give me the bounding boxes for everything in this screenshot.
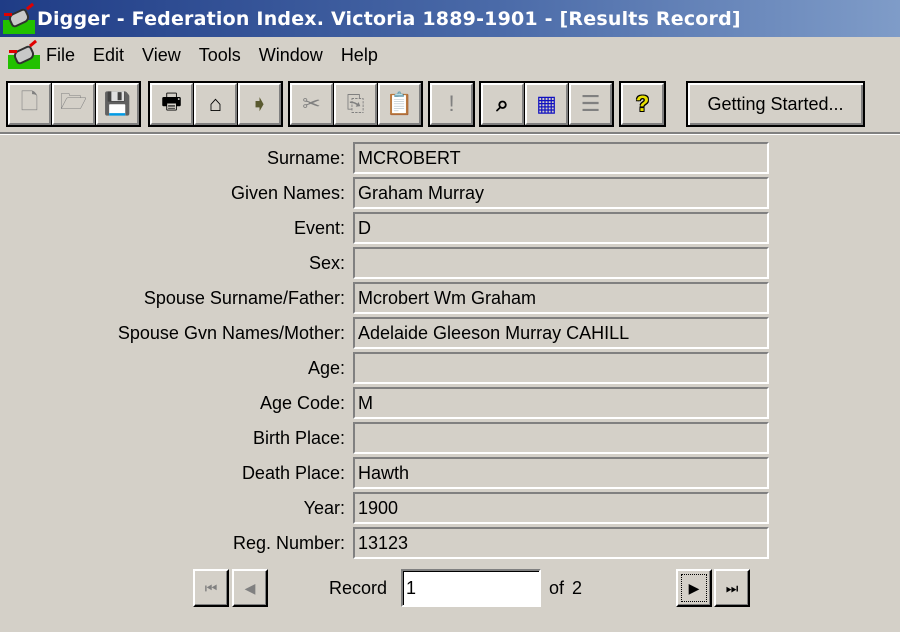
help-question-icon: ? bbox=[635, 91, 650, 116]
print-button-group: 🖶 ⌂ ➧ bbox=[148, 81, 283, 127]
sex-label: Sex: bbox=[308, 253, 345, 273]
last-record-icon: ⏭ bbox=[725, 579, 739, 596]
menu-help[interactable]: Help bbox=[332, 37, 387, 73]
field-row-surname: Surname: MCROBERT bbox=[0, 142, 900, 174]
field-row-age-code: Age Code: M bbox=[0, 387, 900, 419]
year-field[interactable]: 1900 bbox=[353, 492, 769, 524]
table-view-button[interactable]: ▦ bbox=[525, 83, 568, 125]
new-button[interactable]: 🗋 bbox=[8, 83, 51, 125]
menu-file[interactable]: File bbox=[39, 37, 84, 73]
export-icon: ➧ bbox=[250, 91, 269, 116]
record-view-button[interactable]: ☰ bbox=[569, 83, 612, 125]
record-count-label: of 2 bbox=[549, 578, 583, 598]
event-field[interactable]: D bbox=[353, 212, 769, 244]
next-record-icon: ▶ bbox=[688, 579, 700, 596]
sex-field[interactable] bbox=[353, 247, 769, 279]
field-row-given-names: Given Names: Graham Murray bbox=[0, 177, 900, 209]
record-number-input[interactable] bbox=[401, 569, 541, 607]
save-button[interactable]: 💾 bbox=[96, 83, 139, 125]
binoculars-search-icon: ⌕ bbox=[496, 91, 509, 116]
view-button-group: ⌕ ▦ ☰ bbox=[479, 81, 614, 127]
search-button[interactable]: ⌕ bbox=[481, 83, 524, 125]
field-row-reg-number: Reg. Number: 13123 bbox=[0, 527, 900, 559]
record-label: Record bbox=[329, 578, 388, 598]
open-button[interactable]: 🗁 bbox=[52, 83, 95, 125]
toolbar: 🗋 🗁 💾 🖶 ⌂ ➧ ✂ ⎘ 📋 ! ⌕ ▦ ☰ ? Getting Star… bbox=[0, 73, 900, 135]
death-place-label: Death Place: bbox=[241, 463, 345, 483]
age-label: Age: bbox=[307, 358, 345, 378]
table-view-icon: ▦ bbox=[536, 91, 557, 116]
window-title: Digger - Federation Index. Victoria 1889… bbox=[37, 7, 741, 30]
first-record-icon: ⏮ bbox=[204, 579, 218, 596]
field-row-age: Age: bbox=[0, 352, 900, 384]
field-row-sex: Sex: bbox=[0, 247, 900, 279]
print-setup-icon: ⌂ bbox=[208, 91, 223, 116]
year-label: Year: bbox=[303, 498, 345, 518]
surname-field[interactable]: MCROBERT bbox=[353, 142, 769, 174]
menu-tools[interactable]: Tools bbox=[190, 37, 250, 73]
reg-number-label: Reg. Number: bbox=[232, 533, 345, 553]
birth-place-label: Birth Place: bbox=[252, 428, 345, 448]
field-row-spouse-given-names-mother: Spouse Gvn Names/Mother: Adelaide Gleeso… bbox=[0, 317, 900, 349]
spouse-surname-father-field[interactable]: Mcrobert Wm Graham bbox=[353, 282, 769, 314]
help-button-group: ? bbox=[619, 81, 666, 127]
menu-bar: File Edit View Tools Window Help bbox=[0, 37, 900, 73]
field-row-year: Year: 1900 bbox=[0, 492, 900, 524]
copy-icon: ⎘ bbox=[346, 91, 365, 116]
exclamation-icon: ! bbox=[448, 91, 455, 116]
previous-record-button[interactable]: ◀ bbox=[232, 569, 268, 607]
age-field[interactable] bbox=[353, 352, 769, 384]
event-label: Event: bbox=[293, 218, 345, 238]
spouse-surname-father-label: Spouse Surname/Father: bbox=[143, 288, 345, 308]
copy-button[interactable]: ⎘ bbox=[334, 83, 377, 125]
menu-view[interactable]: View bbox=[133, 37, 190, 73]
record-view-icon: ☰ bbox=[580, 91, 601, 116]
field-row-event: Event: D bbox=[0, 212, 900, 244]
run-button-group: ! bbox=[428, 81, 475, 127]
first-record-button[interactable]: ⏮ bbox=[193, 569, 229, 607]
last-record-button[interactable]: ⏭ bbox=[714, 569, 750, 607]
menu-window[interactable]: Window bbox=[250, 37, 332, 73]
spouse-given-names-mother-label: Spouse Gvn Names/Mother: bbox=[117, 323, 345, 343]
spouse-given-names-mother-field[interactable]: Adelaide Gleeson Murray CAHILL bbox=[353, 317, 769, 349]
field-row-birth-place: Birth Place: bbox=[0, 422, 900, 454]
reg-number-field[interactable]: 13123 bbox=[353, 527, 769, 559]
print-icon: 🖶 bbox=[161, 89, 182, 114]
surname-label: Surname: bbox=[266, 148, 345, 168]
cut-button[interactable]: ✂ bbox=[290, 83, 333, 125]
export-button[interactable]: ➧ bbox=[238, 83, 281, 125]
given-names-label: Given Names: bbox=[230, 183, 345, 203]
print-setup-button[interactable]: ⌂ bbox=[194, 83, 237, 125]
birth-place-field[interactable] bbox=[353, 422, 769, 454]
title-bar[interactable]: Digger - Federation Index. Victoria 1889… bbox=[0, 0, 900, 37]
menu-edit[interactable]: Edit bbox=[84, 37, 133, 73]
previous-record-icon: ◀ bbox=[244, 579, 256, 596]
paste-button[interactable]: 📋 bbox=[378, 83, 421, 125]
help-button[interactable]: ? bbox=[621, 83, 664, 125]
file-button-group: 🗋 🗁 💾 bbox=[6, 81, 141, 127]
run-query-button[interactable]: ! bbox=[430, 83, 473, 125]
paste-icon: 📋 bbox=[385, 91, 414, 116]
cut-icon: ✂ bbox=[302, 91, 321, 116]
print-button[interactable]: 🖶 bbox=[150, 83, 193, 125]
given-names-field[interactable]: Graham Murray bbox=[353, 177, 769, 209]
new-document-icon: 🗋 bbox=[20, 89, 39, 114]
getting-started-button[interactable]: Getting Started... bbox=[686, 81, 865, 127]
next-record-button[interactable]: ▶ bbox=[676, 569, 712, 607]
document-system-menu-icon[interactable] bbox=[7, 39, 40, 70]
death-place-field[interactable]: Hawth bbox=[353, 457, 769, 489]
digger-app-icon[interactable] bbox=[2, 2, 36, 35]
age-code-label: Age Code: bbox=[259, 393, 345, 413]
edit-button-group: ✂ ⎘ 📋 bbox=[288, 81, 423, 127]
save-disk-icon: 💾 bbox=[103, 91, 132, 116]
field-row-spouse-surname-father: Spouse Surname/Father: Mcrobert Wm Graha… bbox=[0, 282, 900, 314]
age-code-field[interactable]: M bbox=[353, 387, 769, 419]
open-folder-icon: 🗁 bbox=[59, 89, 88, 114]
field-row-death-place: Death Place: Hawth bbox=[0, 457, 900, 489]
